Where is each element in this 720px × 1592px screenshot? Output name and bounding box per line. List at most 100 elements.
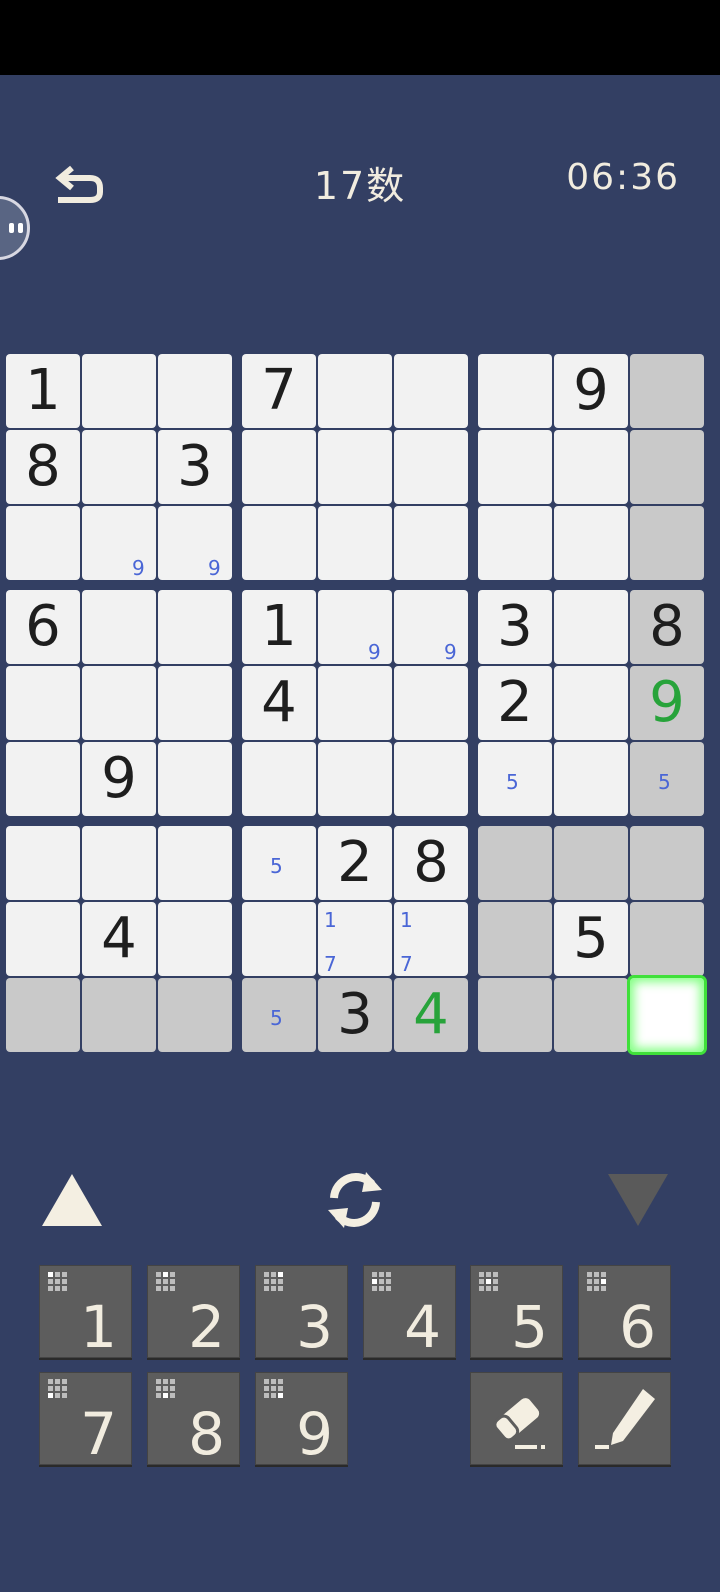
number-key-3[interactable]: 3 [255,1265,348,1361]
board-cell[interactable]: 1 [242,590,316,664]
board-cell[interactable]: 1 [6,354,80,428]
floating-assistant-bubble[interactable] [0,196,30,260]
board-cell[interactable] [554,978,628,1052]
board-cell[interactable] [394,506,468,580]
number-key-1[interactable]: 1 [39,1265,132,1361]
board-cell[interactable] [478,978,552,1052]
board-cell[interactable] [630,826,704,900]
board-cell[interactable]: 9 [554,354,628,428]
board-cell[interactable]: 5 [242,978,316,1052]
board-cell[interactable] [6,978,80,1052]
board-cell[interactable] [554,666,628,740]
board-cell[interactable] [6,506,80,580]
board-cell[interactable] [554,826,628,900]
board-cell[interactable] [318,430,392,504]
move-up-button[interactable] [40,1172,104,1228]
board-cell[interactable] [630,978,704,1052]
board-cell[interactable] [318,742,392,816]
number-key-7[interactable]: 7 [39,1372,132,1468]
board-cell[interactable]: 6 [6,590,80,664]
board-cell[interactable] [6,826,80,900]
board-cell[interactable]: 9 [158,506,232,580]
board-cell[interactable] [394,666,468,740]
board-cell[interactable]: 4 [394,978,468,1052]
board-cell[interactable] [158,902,232,976]
board-cell[interactable]: 9 [82,742,156,816]
board-cell[interactable]: 17 [318,902,392,976]
board-cell[interactable] [158,590,232,664]
board-cell[interactable]: 8 [394,826,468,900]
board-cell[interactable] [630,506,704,580]
board-cell[interactable] [318,506,392,580]
board-cell[interactable] [554,590,628,664]
board-cell[interactable] [318,354,392,428]
board-cell[interactable] [554,742,628,816]
board-cell[interactable] [82,430,156,504]
board-cell[interactable] [478,430,552,504]
board-cell[interactable]: 5 [630,742,704,816]
board-cell[interactable]: 3 [158,430,232,504]
board-cell[interactable]: 4 [242,666,316,740]
board-cell[interactable]: 9 [630,666,704,740]
number-key-4[interactable]: 4 [363,1265,456,1361]
board-cell[interactable]: 5 [242,826,316,900]
board-cell[interactable]: 2 [318,826,392,900]
board-cell[interactable]: 5 [554,902,628,976]
number-key-9[interactable]: 9 [255,1372,348,1468]
board-cell[interactable] [630,354,704,428]
board-cell[interactable]: 3 [318,978,392,1052]
board-cell[interactable] [242,742,316,816]
board-cell[interactable]: 8 [630,590,704,664]
board-cell[interactable]: 9 [394,590,468,664]
board-cell[interactable]: 8 [6,430,80,504]
board-cell[interactable] [478,506,552,580]
board-cell[interactable] [158,354,232,428]
number-key-5[interactable]: 5 [470,1265,563,1361]
refresh-button[interactable] [320,1168,390,1232]
undo-button[interactable] [52,160,108,206]
board-cell[interactable] [6,666,80,740]
board-cell[interactable] [82,978,156,1052]
board-cell[interactable] [82,590,156,664]
board-cell[interactable]: 9 [82,506,156,580]
number-key-6[interactable]: 6 [578,1265,671,1361]
key-number: 7 [80,1400,117,1468]
board-cell[interactable] [82,354,156,428]
move-down-button[interactable] [606,1172,670,1228]
board-cell[interactable] [242,506,316,580]
board-cell[interactable] [630,902,704,976]
board-cell[interactable] [158,978,232,1052]
board-cell[interactable] [394,430,468,504]
board-cell[interactable] [478,354,552,428]
board-cell[interactable] [318,666,392,740]
pencil-button[interactable] [578,1372,671,1465]
board-cell[interactable]: 4 [82,902,156,976]
board-cell[interactable] [158,666,232,740]
board-cell[interactable]: 9 [318,590,392,664]
board-cell[interactable] [158,826,232,900]
board-cell[interactable] [158,742,232,816]
board-cell[interactable]: 2 [478,666,552,740]
mini-grid-icon [372,1272,393,1293]
board-cell[interactable] [478,902,552,976]
pencil-note: 9 [208,556,221,580]
eraser-button[interactable] [470,1372,563,1465]
number-key-8[interactable]: 8 [147,1372,240,1468]
board-cell[interactable] [6,742,80,816]
board-cell[interactable] [554,430,628,504]
board-cell[interactable] [242,902,316,976]
board-cell[interactable] [82,666,156,740]
board-cell[interactable]: 5 [478,742,552,816]
board-cell[interactable]: 7 [242,354,316,428]
board-cell[interactable] [6,902,80,976]
board-cell[interactable]: 3 [478,590,552,664]
board-cell[interactable] [242,430,316,504]
board-cell[interactable] [82,826,156,900]
board-cell[interactable]: 17 [394,902,468,976]
board-cell[interactable] [394,742,468,816]
board-cell[interactable] [478,826,552,900]
number-key-2[interactable]: 2 [147,1265,240,1361]
board-cell[interactable] [394,354,468,428]
board-cell[interactable] [554,506,628,580]
board-cell[interactable] [630,430,704,504]
